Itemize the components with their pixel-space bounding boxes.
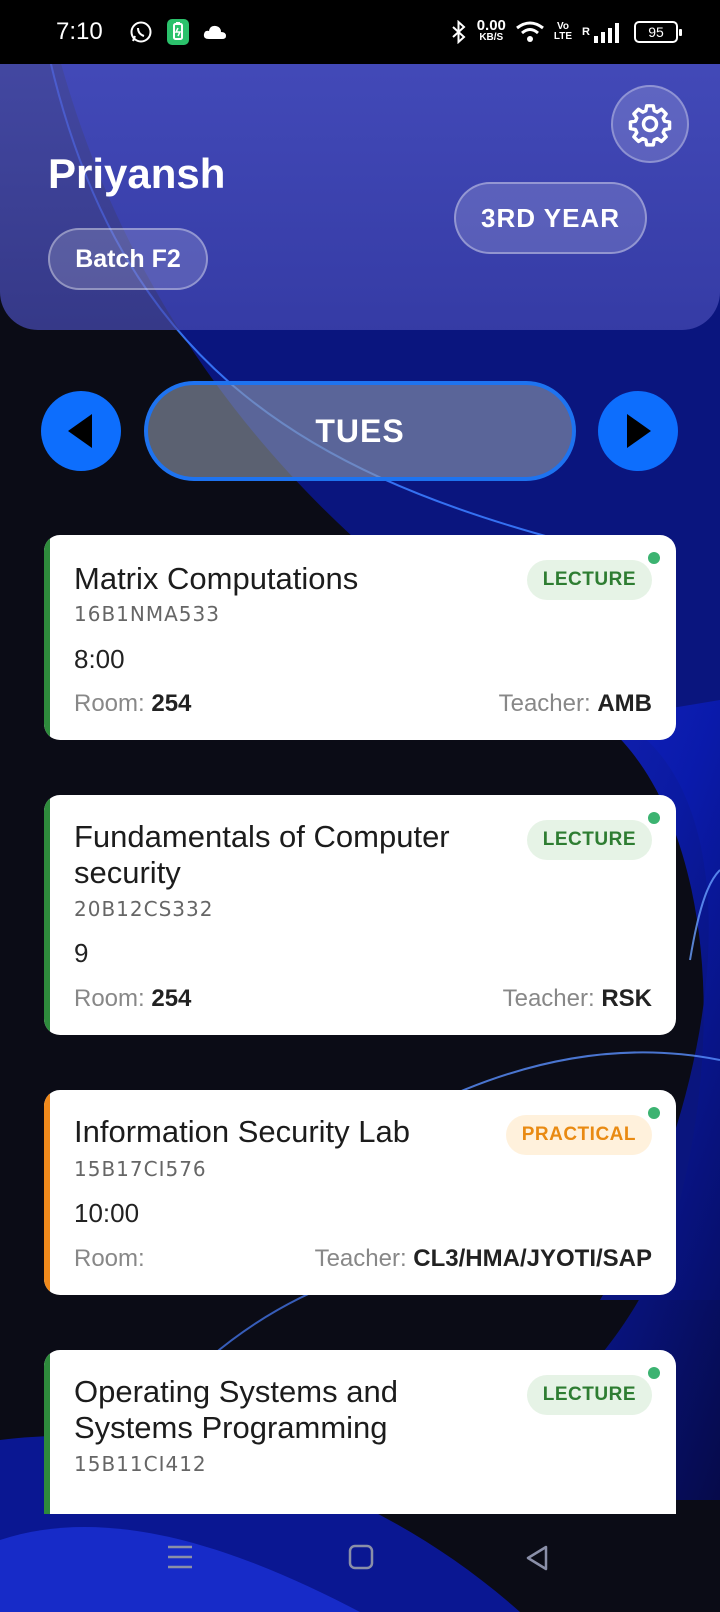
previous-day-button[interactable]	[41, 391, 121, 471]
status-dot	[648, 812, 660, 824]
class-type-badge: LECTURE	[526, 820, 652, 860]
roaming-indicator: R	[582, 26, 590, 38]
cloud-icon	[203, 25, 226, 39]
year-badge[interactable]: 3RD YEAR	[454, 182, 647, 254]
card-accent	[44, 535, 50, 740]
status-notifications	[129, 19, 227, 45]
class-title: Matrix Computations	[74, 561, 359, 596]
current-day-display[interactable]: TUES	[144, 381, 576, 481]
class-type-badge: LECTURE	[526, 1375, 652, 1415]
class-type-badge: LECTURE	[526, 560, 652, 600]
class-list[interactable]: Matrix Computations LECTURE 16B1NMA533 8…	[0, 530, 720, 1514]
class-title: Operating Systems and Systems Programmin…	[74, 1374, 398, 1445]
class-card[interactable]: Matrix Computations LECTURE 16B1NMA533 8…	[44, 535, 676, 740]
signal-icon	[594, 23, 619, 43]
class-title: Information Security Lab	[74, 1114, 411, 1149]
volte-indicator: Vo LTE	[553, 21, 573, 42]
class-room: Room:	[74, 1245, 145, 1272]
whatsapp-icon	[130, 21, 152, 43]
class-code: 20B12CS332	[74, 897, 214, 921]
triangle-left-icon	[68, 414, 92, 448]
class-time: 9	[74, 938, 89, 968]
back-triangle-icon[interactable]	[524, 1544, 550, 1572]
triangle-right-icon	[627, 414, 651, 448]
status-bar: 7:10 0.00 KB/S Vo LTE R 95	[0, 0, 720, 64]
status-time: 7:10	[56, 18, 103, 45]
next-day-button[interactable]	[598, 391, 678, 471]
class-code: 15B11CI412	[74, 1452, 207, 1476]
batch-badge[interactable]: Batch F2	[48, 228, 208, 290]
network-speed: 0.00 KB/S	[476, 17, 506, 43]
class-card[interactable]: Fundamentals of Computer security LECTUR…	[44, 795, 676, 1035]
class-teacher: Teacher: RSK	[502, 985, 652, 1012]
user-name: Priyansh	[48, 150, 226, 197]
class-teacher: Teacher: AMB	[498, 690, 652, 717]
profile-header: Priyansh Batch F2 3RD YEAR	[0, 64, 720, 330]
class-card[interactable]: Information Security Lab PRACTICAL 15B17…	[44, 1090, 676, 1295]
class-room: Room: 254	[74, 985, 192, 1012]
status-system-icons: 0.00 KB/S Vo LTE R 95	[451, 17, 682, 44]
battery-icon: 95	[634, 21, 682, 43]
card-accent	[44, 795, 50, 1035]
class-teacher: Teacher: CL3/HMA/JYOTI/SAP	[314, 1245, 652, 1272]
card-accent	[44, 1350, 50, 1514]
class-code: 16B1NMA533	[74, 602, 220, 626]
bluetooth-icon	[452, 20, 466, 44]
card-accent	[44, 1090, 50, 1295]
menu-icon[interactable]	[166, 1544, 194, 1570]
class-room: Room: 254	[74, 690, 192, 717]
gear-icon	[628, 104, 672, 147]
class-type-badge: PRACTICAL	[505, 1115, 652, 1155]
system-nav-bar	[0, 1514, 720, 1612]
class-time: 8:00	[74, 644, 125, 674]
settings-button[interactable]	[611, 85, 689, 163]
status-dot	[648, 1367, 660, 1379]
class-card[interactable]: Operating Systems and Systems Programmin…	[44, 1350, 676, 1514]
status-dot	[648, 1107, 660, 1119]
status-dot	[648, 552, 660, 564]
wifi-icon	[515, 21, 544, 42]
square-icon[interactable]	[348, 1544, 374, 1570]
battery-saver-icon	[166, 19, 189, 45]
class-title: Fundamentals of Computer security	[74, 819, 450, 890]
class-code: 15B17CI576	[74, 1157, 207, 1181]
class-time: 10:00	[74, 1198, 140, 1228]
